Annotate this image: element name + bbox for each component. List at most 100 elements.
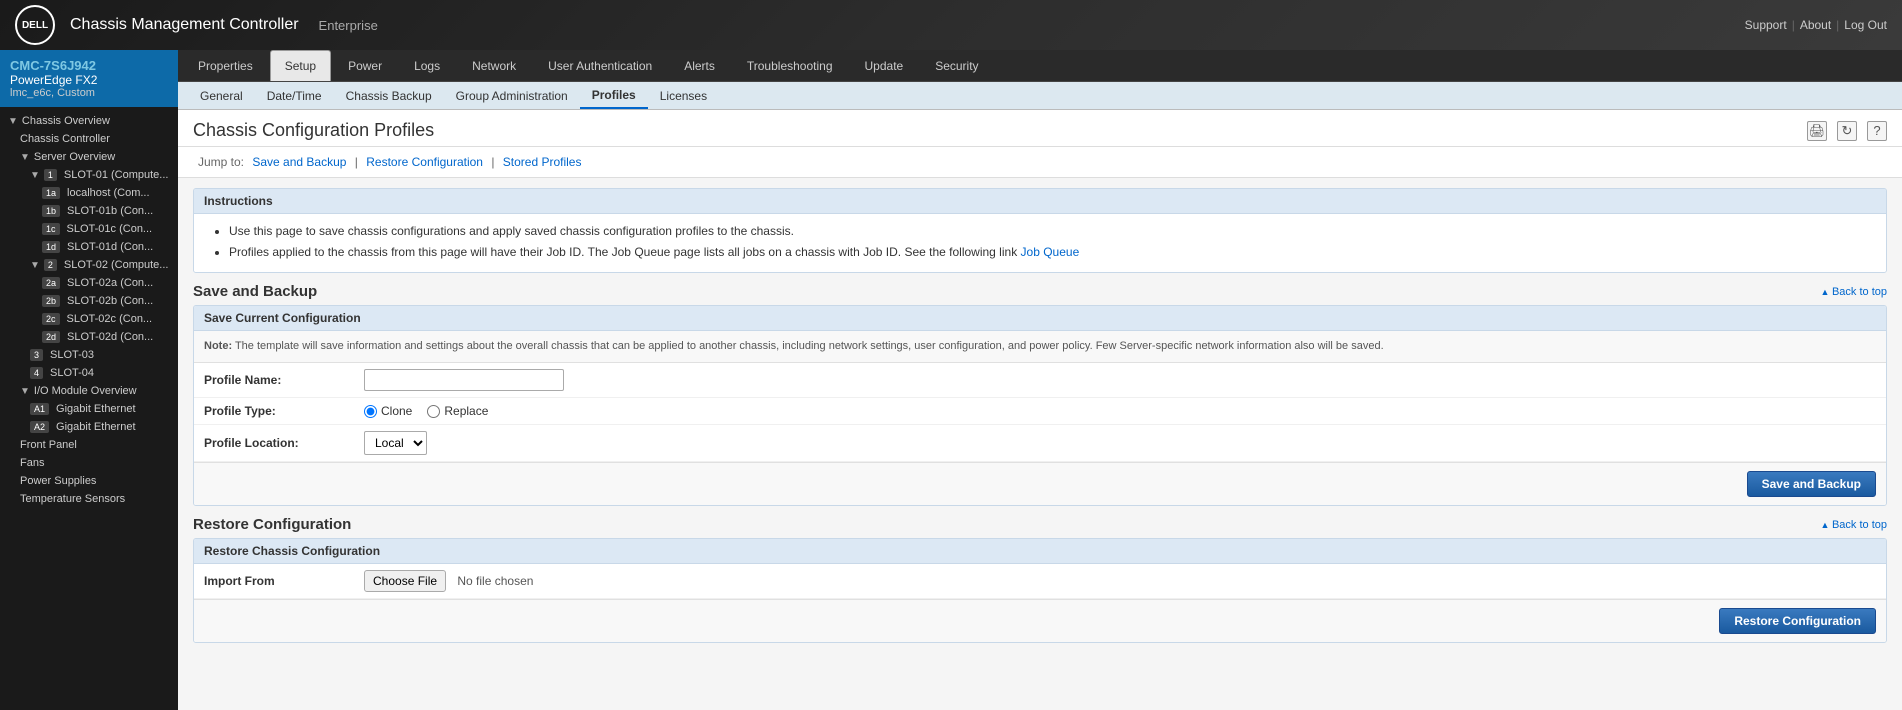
tab-update[interactable]: Update — [850, 50, 919, 81]
profile-type-clone[interactable]: Clone — [364, 404, 412, 418]
sidebar-device-info: CMC-7S6J942 PowerEdge FX2 lmc_e6c, Custo… — [0, 50, 178, 107]
sidebar-item-chassis-overview[interactable]: ▼ Chassis Overview — [0, 112, 178, 130]
sidebar-item-slot02-2d[interactable]: 2d SLOT-02d (Con... — [0, 328, 178, 346]
profile-name-control — [364, 369, 1876, 391]
tab-logs[interactable]: Logs — [399, 50, 455, 81]
sidebar-item-label: SLOT-02d (Con... — [67, 331, 153, 343]
logout-link[interactable]: Log Out — [1844, 18, 1887, 32]
sidebar-item-front-panel[interactable]: Front Panel — [0, 436, 178, 454]
layout: CMC-7S6J942 PowerEdge FX2 lmc_e6c, Custo… — [0, 50, 1902, 710]
sidebar-item-label: SLOT-01d (Con... — [67, 241, 153, 253]
profile-type-clone-radio[interactable] — [364, 405, 377, 418]
sidebar-item-slot01-1c[interactable]: 1c SLOT-01c (Con... — [0, 220, 178, 238]
tab-security[interactable]: Security — [920, 50, 993, 81]
sidebar-item-fans[interactable]: Fans — [0, 454, 178, 472]
import-from-label: Import From — [204, 574, 364, 588]
sidebar-item-slot02-2a[interactable]: 2a SLOT-02a (Con... — [0, 274, 178, 292]
profile-name-input[interactable] — [364, 369, 564, 391]
tab-setup[interactable]: Setup — [270, 50, 331, 81]
sidebar-item-label: Chassis Overview — [22, 115, 110, 127]
restore-config-header: Restore Configuration Back to top — [193, 516, 1887, 533]
sidebar-item-chassis-controller[interactable]: Chassis Controller — [0, 130, 178, 148]
tab-group-admin[interactable]: Group Administration — [444, 84, 580, 108]
support-link[interactable]: Support — [1745, 18, 1787, 32]
instruction-item-1: Use this page to save chassis configurat… — [229, 222, 1871, 240]
instruction-item-2: Profiles applied to the chassis from thi… — [229, 243, 1871, 261]
help-icon[interactable]: ? — [1867, 121, 1887, 141]
tab-profiles[interactable]: Profiles — [580, 83, 648, 109]
sidebar-item-io-a1[interactable]: A1 Gigabit Ethernet — [0, 400, 178, 418]
save-backup-header: Save and Backup Back to top — [193, 283, 1887, 300]
sidebar-item-slot02-2b[interactable]: 2b SLOT-02b (Con... — [0, 292, 178, 310]
chevron-icon: ▼ — [20, 152, 30, 163]
page-title: Chassis Configuration Profiles — [193, 120, 434, 141]
tab-general[interactable]: General — [188, 84, 255, 108]
profile-name-label: Profile Name: — [204, 373, 364, 387]
sidebar-item-slot02[interactable]: ▼ 2 SLOT-02 (Compute... — [0, 256, 178, 274]
sidebar-item-io-module[interactable]: ▼ I/O Module Overview — [0, 382, 178, 400]
save-backup-back-to-top[interactable]: Back to top — [1821, 286, 1887, 298]
restore-config-back-to-top[interactable]: Back to top — [1821, 519, 1887, 531]
profile-location-select[interactable]: Local — [364, 431, 427, 455]
about-link[interactable]: About — [1800, 18, 1831, 32]
sidebar-item-label: Chassis Controller — [20, 133, 110, 145]
sidebar-item-slot01-1a[interactable]: 1a localhost (Com... — [0, 184, 178, 202]
jump-stored-profiles[interactable]: Stored Profiles — [503, 155, 582, 169]
profile-type-control: Clone Replace — [364, 404, 1876, 418]
sidebar-item-slot02-2c[interactable]: 2c SLOT-02c (Con... — [0, 310, 178, 328]
tab-alerts[interactable]: Alerts — [669, 50, 730, 81]
device-info: lmc_e6c, Custom — [10, 87, 168, 99]
save-backup-actions: Save and Backup — [194, 462, 1886, 505]
app-title: Chassis Management Controller — [70, 16, 299, 34]
sidebar-item-label: Server Overview — [34, 151, 115, 163]
sidebar-item-slot01-1b[interactable]: 1b SLOT-01b (Con... — [0, 202, 178, 220]
page-header: Chassis Configuration Profiles 🖨 ↻ ? — [178, 110, 1902, 147]
secondary-tab-bar: General Date/Time Chassis Backup Group A… — [178, 82, 1902, 110]
chevron-icon: ▼ — [20, 386, 30, 397]
refresh-icon[interactable]: ↻ — [1837, 121, 1857, 141]
slot-badge: A1 — [30, 403, 49, 415]
tab-power[interactable]: Power — [333, 50, 397, 81]
save-current-config-note: Note: The template will save information… — [194, 331, 1886, 363]
sidebar-item-server-overview[interactable]: ▼ Server Overview — [0, 148, 178, 166]
sidebar-item-slot01[interactable]: ▼ 1 SLOT-01 (Compute... — [0, 166, 178, 184]
tab-licenses[interactable]: Licenses — [648, 84, 719, 108]
choose-file-button[interactable]: Choose File — [364, 570, 446, 592]
profile-location-control: Local — [364, 431, 1876, 455]
instructions-box: Instructions Use this page to save chass… — [193, 188, 1887, 273]
slot-badge: 4 — [30, 367, 43, 379]
slot-badge: A2 — [30, 421, 49, 433]
sidebar-item-power-supplies[interactable]: Power Supplies — [0, 472, 178, 490]
tab-chassis-backup[interactable]: Chassis Backup — [334, 84, 444, 108]
sidebar-item-io-a2[interactable]: A2 Gigabit Ethernet — [0, 418, 178, 436]
tab-troubleshooting[interactable]: Troubleshooting — [732, 50, 848, 81]
sidebar-item-label: Gigabit Ethernet — [56, 421, 136, 433]
tab-network[interactable]: Network — [457, 50, 531, 81]
restore-chassis-config-header: Restore Chassis Configuration — [194, 539, 1886, 564]
sidebar-item-temperature-sensors[interactable]: Temperature Sensors — [0, 490, 178, 508]
restore-config-title: Restore Configuration — [193, 516, 351, 533]
sidebar-item-label: SLOT-01b (Con... — [67, 205, 153, 217]
jump-save-backup[interactable]: Save and Backup — [252, 155, 346, 169]
print-icon[interactable]: 🖨 — [1807, 121, 1827, 141]
sidebar-item-label: SLOT-01c (Con... — [67, 223, 153, 235]
sidebar-item-slot01-1d[interactable]: 1d SLOT-01d (Con... — [0, 238, 178, 256]
sidebar-item-slot04[interactable]: 4 SLOT-04 — [0, 364, 178, 382]
restore-configuration-button[interactable]: Restore Configuration — [1719, 608, 1876, 634]
slot-badge: 1c — [42, 223, 60, 235]
jump-bar: Jump to: Save and Backup | Restore Confi… — [178, 147, 1902, 178]
save-and-backup-button[interactable]: Save and Backup — [1747, 471, 1876, 497]
instructions-header: Instructions — [194, 189, 1886, 214]
tab-user-auth[interactable]: User Authentication — [533, 50, 667, 81]
tab-properties[interactable]: Properties — [183, 50, 268, 81]
profile-type-replace[interactable]: Replace — [427, 404, 488, 418]
sidebar-item-slot03[interactable]: 3 SLOT-03 — [0, 346, 178, 364]
profile-type-replace-radio[interactable] — [427, 405, 440, 418]
tab-datetime[interactable]: Date/Time — [255, 84, 334, 108]
job-queue-link[interactable]: Job Queue — [1021, 245, 1080, 259]
sidebar-item-label: Fans — [20, 457, 44, 469]
jump-restore-config[interactable]: Restore Configuration — [366, 155, 483, 169]
header: DELL Chassis Management Controller Enter… — [0, 0, 1902, 50]
slot-badge: 1 — [44, 169, 57, 181]
sidebar-tree: ▼ Chassis Overview Chassis Controller ▼ … — [0, 107, 178, 513]
